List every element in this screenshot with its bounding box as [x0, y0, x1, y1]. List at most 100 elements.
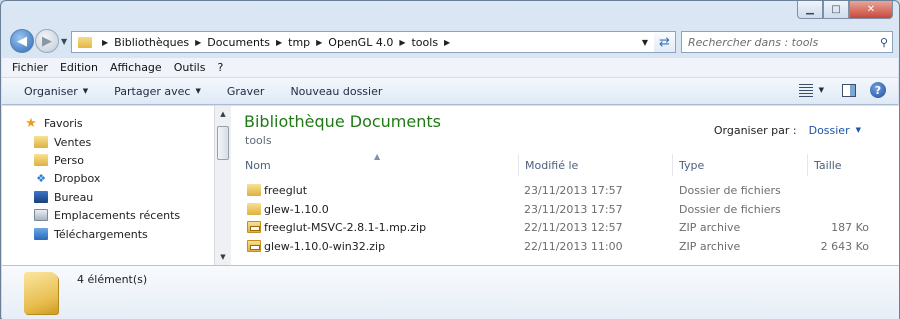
column-name[interactable]: Nom: [239, 154, 519, 176]
file-size: 187 Ko: [831, 221, 869, 234]
menu-help[interactable]: ?: [217, 61, 223, 74]
view-details-icon[interactable]: [798, 83, 813, 97]
refresh-icon: ⇄: [659, 34, 670, 50]
file-date: 22/11/2013 11:00: [524, 240, 623, 253]
details-pane: 4 élément(s): [2, 265, 899, 319]
chevron-right-icon[interactable]: ▶: [444, 38, 450, 47]
library-title: Bibliothèque Documents: [244, 112, 441, 131]
column-modified[interactable]: Modifié le: [518, 154, 672, 176]
sidebar-item-ventes[interactable]: Ventes: [34, 133, 91, 151]
arrange-label: Organiser par :: [713, 124, 797, 137]
chevron-right-icon[interactable]: ▶: [399, 38, 405, 47]
chevron-down-icon[interactable]: ▼: [856, 124, 861, 137]
preview-pane-icon[interactable]: [842, 83, 856, 97]
folder-icon: [24, 272, 58, 314]
file-name: glew-1.10.0-win32.zip: [264, 240, 386, 253]
scroll-up-icon[interactable]: ▲: [215, 106, 231, 122]
star-icon: ★: [25, 115, 37, 131]
back-button[interactable]: ◀: [10, 29, 34, 53]
sidebar-item-label: Emplacements récents: [54, 208, 181, 222]
table-row[interactable]: freeglut 23/11/2013 17:57 Dossier de fic…: [239, 182, 879, 200]
sidebar-item-dropbox[interactable]: ❖ Dropbox: [34, 169, 100, 187]
zip-icon: [247, 221, 261, 233]
sidebar-item-downloads[interactable]: Téléchargements: [34, 225, 148, 243]
address-bar[interactable]: ▶ Bibliothèques ▶ Documents ▶ tmp ▶ Open…: [71, 31, 655, 53]
organize-label: Organiser: [24, 84, 78, 98]
table-row[interactable]: freeglut-MSVC-2.8.1-1.mp.zip 22/11/2013 …: [239, 219, 879, 237]
recent-pages-dropdown[interactable]: ▼: [61, 37, 67, 46]
downloads-icon: [34, 228, 48, 240]
folder-icon: [247, 203, 261, 215]
breadcrumb-tools[interactable]: tools: [411, 36, 438, 49]
search-input[interactable]: [688, 35, 876, 49]
address-row: ◀ ▶ ▼ ▶ Bibliothèques ▶ Documents ▶ tmp …: [1, 29, 899, 55]
dropbox-icon: ❖: [36, 172, 46, 185]
breadcrumb-documents[interactable]: Documents: [207, 36, 270, 49]
forward-arrow-icon: ▶: [42, 33, 52, 49]
help-icon[interactable]: ?: [870, 82, 886, 98]
file-name: glew-1.10.0: [264, 203, 329, 216]
sidebar-item-label: Perso: [54, 153, 84, 167]
arrange-dropdown[interactable]: Dossier: [809, 124, 850, 137]
sidebar-item-recent[interactable]: Emplacements récents: [34, 206, 180, 224]
sidebar-item-label: Favoris: [44, 116, 83, 130]
folder-icon: [34, 136, 48, 148]
burn-button[interactable]: Graver: [227, 85, 265, 98]
forward-button[interactable]: ▶: [35, 29, 59, 53]
file-date: 23/11/2013 17:57: [524, 203, 623, 216]
breadcrumb-tmp[interactable]: tmp: [288, 36, 310, 49]
menu-outils[interactable]: Outils: [174, 61, 206, 74]
zip-icon: [247, 240, 261, 252]
menu-fichier[interactable]: Fichier: [12, 61, 48, 74]
table-row[interactable]: glew-1.10.0 23/11/2013 17:57 Dossier de …: [239, 201, 879, 219]
library-subtitle: tools: [245, 134, 272, 147]
close-button[interactable]: ✕: [849, 1, 893, 19]
chevron-right-icon[interactable]: ▶: [102, 38, 108, 47]
share-button[interactable]: Partager avec ▼: [114, 85, 201, 98]
sidebar-item-bureau[interactable]: Bureau: [34, 188, 93, 206]
maximize-button[interactable]: □: [823, 1, 849, 19]
chevron-right-icon[interactable]: ▶: [276, 38, 282, 47]
file-size: 2 643 Ko: [820, 240, 869, 253]
column-size[interactable]: Taille: [807, 154, 879, 176]
organize-button[interactable]: Organiser ▼: [24, 85, 88, 98]
table-row[interactable]: glew-1.10.0-win32.zip 22/11/2013 11:00 Z…: [239, 238, 879, 256]
sidebar-item-label: Téléchargements: [54, 227, 148, 241]
column-type[interactable]: Type: [672, 154, 807, 176]
sidebar-item-perso[interactable]: Perso: [34, 151, 84, 169]
file-type: Dossier de fichiers: [679, 184, 781, 197]
search-box[interactable]: ⚲: [681, 31, 893, 53]
file-type: ZIP archive: [679, 240, 741, 253]
scrollbar-thumb[interactable]: [217, 126, 229, 160]
desktop-icon: [34, 191, 48, 203]
breadcrumb-bibliotheques[interactable]: Bibliothèques: [114, 36, 189, 49]
search-icon[interactable]: ⚲: [876, 36, 892, 49]
item-count: 4 élément(s): [77, 273, 148, 286]
chevron-down-icon: ▼: [195, 87, 201, 95]
chevron-down-icon[interactable]: ▼: [819, 86, 824, 94]
window-controls: ▁ □ ✕: [797, 1, 893, 19]
file-list-pane: Bibliothèque Documents tools Organiser p…: [231, 106, 899, 265]
refresh-button[interactable]: ⇄: [654, 31, 676, 53]
sidebar-scrollbar[interactable]: ▲ ▼: [214, 106, 231, 265]
chevron-down-icon: ▼: [82, 87, 89, 95]
sidebar-item-label: Dropbox: [54, 171, 101, 185]
chevron-right-icon[interactable]: ▶: [195, 38, 201, 47]
explorer-window: ▁ □ ✕ ◀ ▶ ▼ ▶ Bibliothèques ▶ Documents …: [0, 0, 900, 319]
breadcrumb-opengl[interactable]: OpenGL 4.0: [328, 36, 393, 49]
new-folder-button[interactable]: Nouveau dossier: [290, 85, 382, 98]
share-label: Partager avec: [114, 84, 191, 98]
new-folder-label: Nouveau dossier: [290, 84, 383, 98]
file-name: freeglut: [264, 184, 308, 197]
chevron-down-icon[interactable]: ▼: [642, 38, 648, 47]
column-headers: ▲ Nom Modifié le Type Taille: [231, 152, 881, 176]
burn-label: Graver: [226, 84, 265, 98]
menu-affichage[interactable]: Affichage: [110, 61, 162, 74]
minimize-button[interactable]: ▁: [797, 1, 823, 19]
scroll-down-icon[interactable]: ▼: [215, 249, 231, 265]
back-arrow-icon: ◀: [17, 33, 27, 49]
chevron-right-icon[interactable]: ▶: [316, 38, 322, 47]
sidebar-item-favoris[interactable]: ★ Favoris: [24, 114, 83, 132]
view-controls: ▼ ?: [789, 82, 886, 98]
menu-edition[interactable]: Edition: [60, 61, 98, 74]
